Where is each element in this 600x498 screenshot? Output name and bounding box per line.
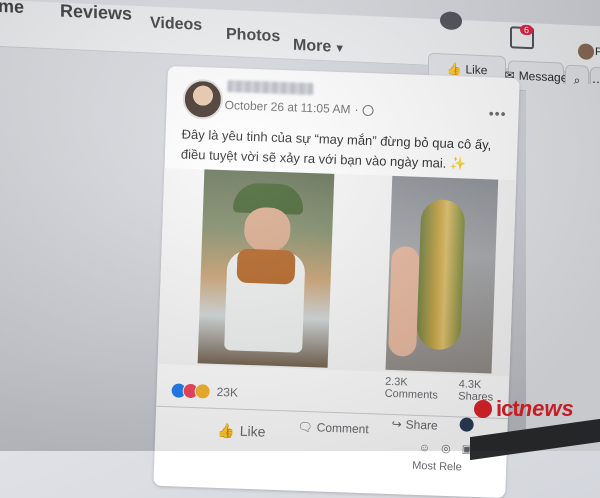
tab-videos[interactable]: Videos (150, 15, 202, 35)
photo-grid (157, 167, 517, 377)
ictnews-watermark: ict news (474, 396, 574, 422)
groups-icon[interactable] (440, 11, 462, 31)
post-photo-corn[interactable] (385, 175, 499, 374)
post-photo-elf[interactable] (197, 169, 335, 368)
like-button[interactable]: 👍 Like (217, 422, 266, 441)
share-label: Share (405, 417, 438, 433)
like-page-label: Like (465, 62, 488, 78)
post-timestamp[interactable]: October 26 at 11:05 AM (224, 98, 350, 116)
watermark-news: news (518, 396, 574, 421)
care-reaction-icon (194, 383, 211, 400)
globe-icon (362, 104, 374, 116)
author-avatar[interactable] (182, 78, 224, 120)
message-label: Message (518, 68, 568, 85)
post-more-icon[interactable]: ••• (489, 105, 507, 122)
author-name-blurred[interactable] (227, 80, 314, 96)
share-button[interactable]: ↪ Share (391, 417, 438, 433)
elf-face (243, 206, 292, 253)
comment-icon: 🗨 (297, 419, 313, 435)
account-avatar[interactable] (578, 43, 594, 60)
comment-label: Comment (316, 420, 369, 437)
like-label: Like (239, 422, 266, 440)
thumbs-up-icon: 👍 (446, 61, 462, 77)
account-initial: P (595, 45, 600, 59)
share-as-avatar[interactable] (459, 417, 474, 432)
post-text: Đây là yêu tinh của sự “may mắn” đừng bỏ… (181, 125, 512, 176)
post-card: October 26 at 11:05 AM · ••• Đây là yêu … (153, 66, 520, 498)
post-meta: October 26 at 11:05 AM · (224, 98, 374, 117)
reaction-count: 23K (216, 384, 239, 400)
corn (416, 198, 466, 351)
share-icon: ↪ (391, 417, 402, 432)
comment-sort-label[interactable]: Most Rele (412, 460, 462, 474)
comment-button[interactable]: 🗨 Comment (297, 420, 369, 436)
tab-reviews[interactable]: Reviews (60, 1, 132, 25)
hand (388, 245, 420, 357)
comments-count[interactable]: 2.3K Comments (384, 376, 450, 402)
ictnews-logo-icon (474, 400, 492, 418)
post-body: Đây là yêu tinh của sự “may mắn” đừng bỏ… (180, 126, 492, 171)
thumbs-up-icon: 👍 (217, 421, 236, 439)
meta-separator: · (354, 102, 359, 117)
notification-badge: 6 (520, 24, 534, 36)
tab-photos[interactable]: Photos (226, 26, 280, 46)
tab-home[interactable]: me (0, 0, 24, 18)
sparkles-icon: ✨ (449, 155, 467, 172)
watermark-ict: ict (496, 396, 520, 421)
elf-vest (236, 248, 296, 285)
reactions-summary[interactable]: 23K (170, 382, 238, 400)
